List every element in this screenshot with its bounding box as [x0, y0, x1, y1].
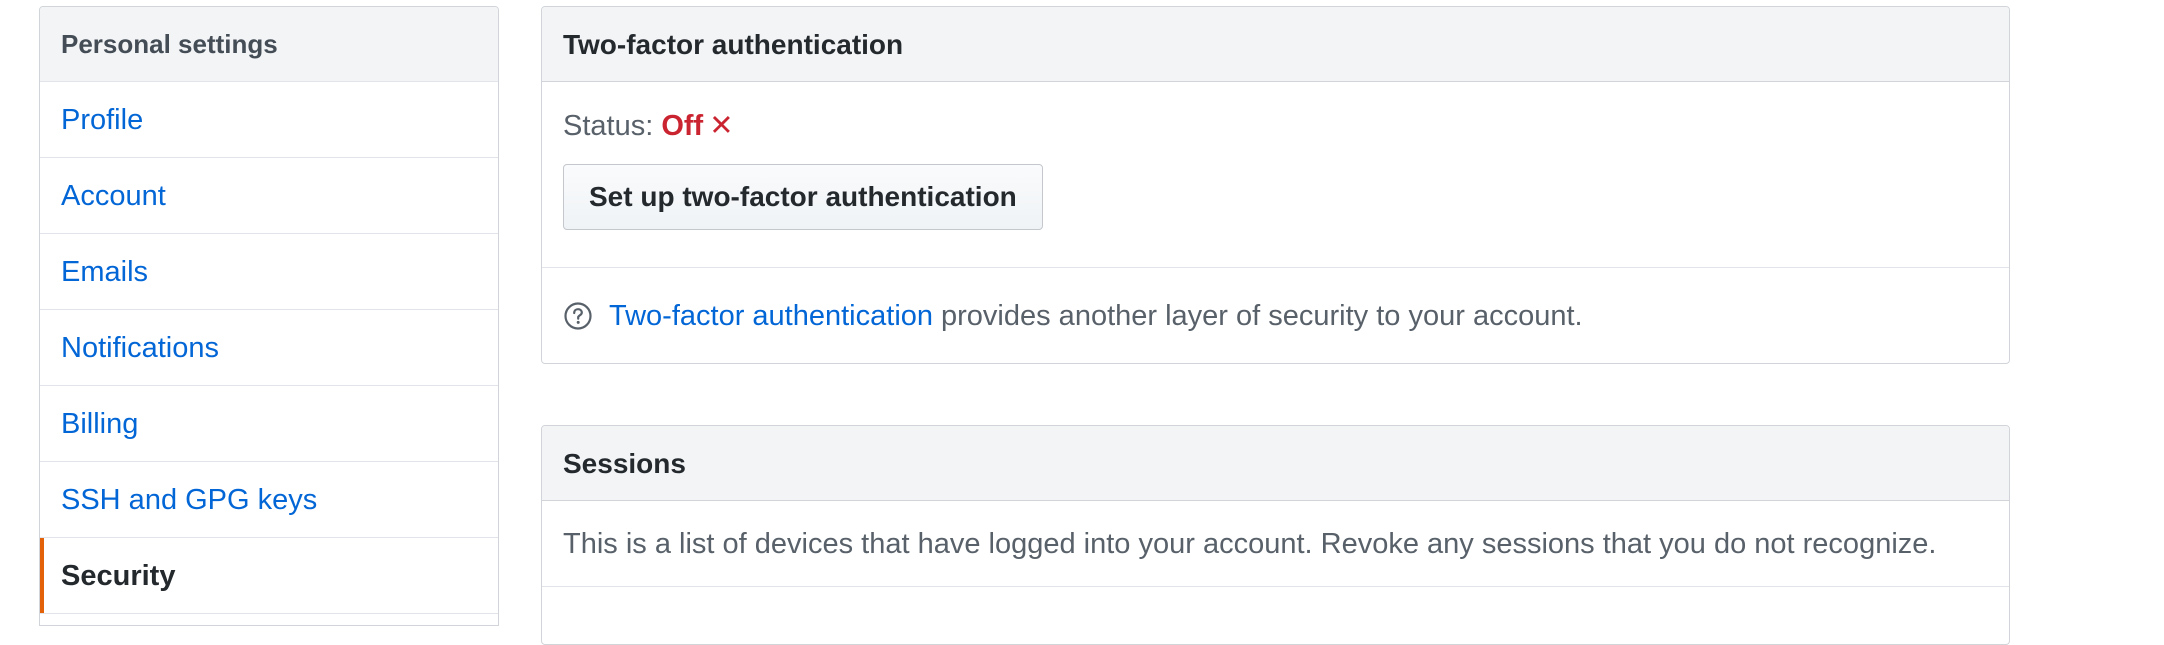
x-icon: ✕ [709, 110, 734, 142]
status-value: Off [661, 110, 704, 142]
sidebar-item-emails[interactable]: Emails [40, 234, 498, 310]
sidebar-item-ssh-gpg-keys[interactable]: SSH and GPG keys [40, 462, 498, 538]
sidebar-item-security[interactable]: Security [40, 538, 498, 614]
two-factor-help-text: provides another layer of security to yo… [941, 299, 1583, 332]
sessions-panel: Sessions This is a list of devices that … [541, 425, 2010, 645]
two-factor-title: Two-factor authentication [542, 7, 2009, 82]
two-factor-help: Two-factor authentication provides anoth… [542, 268, 2009, 364]
setup-two-factor-button[interactable]: Set up two-factor authentication [563, 164, 1043, 230]
sidebar-title: Personal settings [40, 7, 498, 82]
two-factor-panel: Two-factor authentication Status: Off ✕ S… [541, 6, 2010, 364]
status-line: Status: Off ✕ [563, 106, 1988, 146]
sidebar-item-profile[interactable]: Profile [40, 82, 498, 158]
question-circle-icon [563, 301, 593, 331]
two-factor-help-link[interactable]: Two-factor authentication [609, 300, 933, 333]
sidebar-item-billing[interactable]: Billing [40, 386, 498, 462]
status-label: Status: [563, 110, 654, 142]
sidebar-item-account[interactable]: Account [40, 158, 498, 234]
sessions-title: Sessions [542, 426, 2009, 501]
sidebar-item-notifications[interactable]: Notifications [40, 310, 498, 386]
sessions-description: This is a list of devices that have logg… [542, 501, 2009, 587]
settings-sidebar: Personal settings Profile Account Emails… [39, 6, 499, 626]
two-factor-body: Status: Off ✕ Set up two-factor authentic… [542, 82, 2009, 268]
